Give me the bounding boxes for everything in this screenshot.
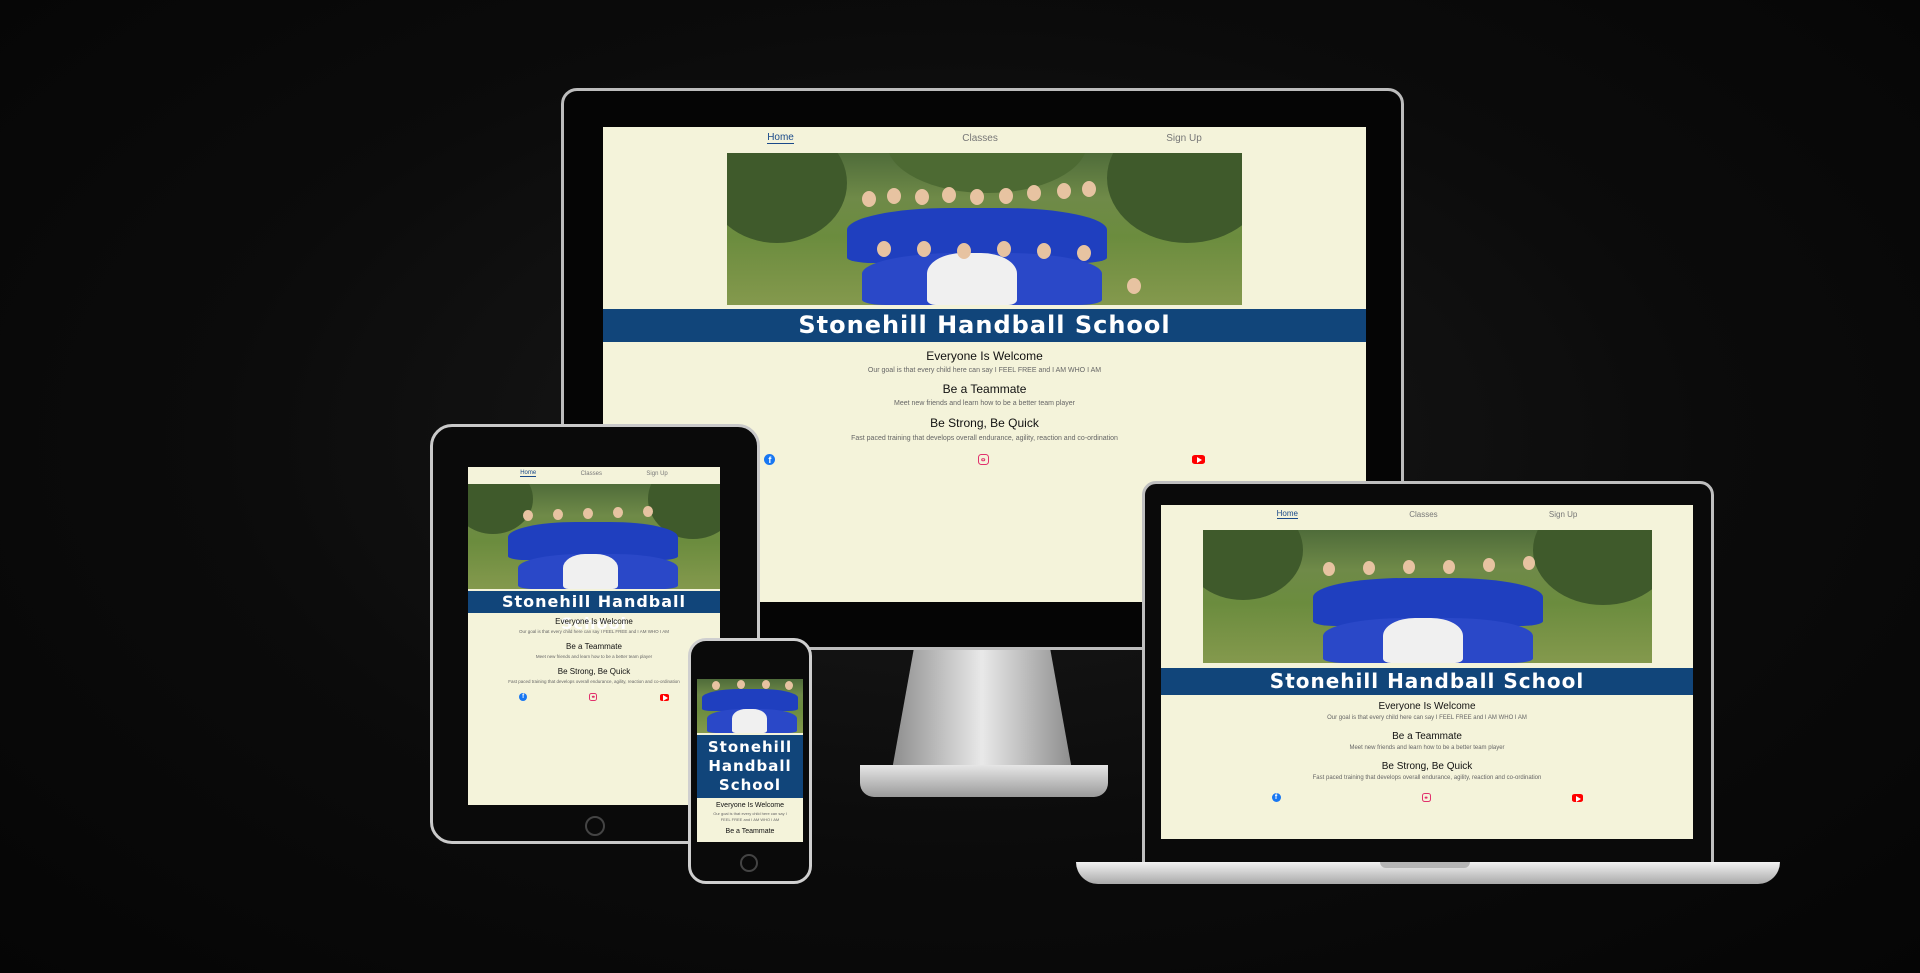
youtube-icon[interactable] bbox=[659, 693, 669, 702]
section-text: Meet new friends and learn how to be a b… bbox=[1349, 745, 1505, 751]
section-text: Our goal is that every child here can sa… bbox=[713, 811, 787, 823]
section-text: Our goal is that every child here can sa… bbox=[519, 629, 669, 634]
facebook-icon[interactable]: f bbox=[1271, 793, 1281, 802]
phone-home-button bbox=[740, 854, 758, 872]
site-title-line: School bbox=[718, 776, 782, 794]
section-text-line: FEEL FREE and I AM WHO I AM bbox=[720, 817, 780, 822]
main-nav: Home Classes Sign Up bbox=[468, 467, 720, 480]
tablet-site: Home Classes Sign Up Stonehill Handball … bbox=[468, 467, 720, 805]
nav-home[interactable]: Home bbox=[767, 132, 794, 144]
facebook-icon[interactable]: f bbox=[764, 454, 776, 465]
section-heading: Everyone Is Welcome bbox=[926, 349, 1043, 363]
section-text: Our goal is that every child here can sa… bbox=[867, 367, 1102, 374]
laptop-notch bbox=[1380, 862, 1470, 868]
youtube-icon[interactable] bbox=[1571, 793, 1583, 802]
monitor-stand bbox=[892, 650, 1072, 770]
instagram-icon[interactable] bbox=[1421, 793, 1431, 802]
main-nav: Home Classes Sign Up bbox=[1161, 505, 1693, 523]
section-text: Our goal is that every child here can sa… bbox=[1327, 715, 1527, 721]
section-text: Fast paced training that develops overal… bbox=[1312, 775, 1542, 781]
laptop-site: Home Classes Sign Up Stonehill Handball … bbox=[1161, 505, 1693, 839]
section-heading: Be Strong, Be Quick bbox=[557, 667, 631, 676]
instagram-icon[interactable] bbox=[977, 454, 989, 465]
section-heading: Everyone Is Welcome bbox=[555, 617, 633, 626]
nav-home[interactable]: Home bbox=[520, 470, 537, 477]
nav-home[interactable]: Home bbox=[1276, 509, 1298, 519]
hero-team-photo bbox=[697, 679, 803, 733]
section-heading: Be a Teammate bbox=[1392, 731, 1462, 742]
tablet-home-button bbox=[585, 816, 605, 836]
section-heading: Be Strong, Be Quick bbox=[1381, 761, 1473, 772]
social-links: f bbox=[468, 693, 720, 702]
hero-team-photo bbox=[727, 153, 1242, 305]
nav-signup[interactable]: Sign Up bbox=[1549, 510, 1577, 519]
main-nav: Home Classes Sign Up bbox=[603, 127, 1366, 149]
nav-classes[interactable]: Classes bbox=[962, 133, 998, 144]
nav-signup[interactable]: Sign Up bbox=[1166, 133, 1202, 144]
monitor-stand-base bbox=[860, 765, 1108, 797]
nav-classes[interactable]: Classes bbox=[581, 471, 602, 477]
nav-classes[interactable]: Classes bbox=[1409, 510, 1437, 519]
section-text: Fast paced training that develops overal… bbox=[508, 679, 680, 684]
facebook-icon[interactable]: f bbox=[519, 693, 528, 701]
section-heading: Be a Teammate bbox=[566, 642, 622, 651]
phone-site: Stonehill Handball School Everyone Is We… bbox=[697, 679, 803, 842]
section-heading: Everyone Is Welcome bbox=[716, 802, 784, 809]
section-heading: Be Strong, Be Quick bbox=[930, 416, 1039, 430]
site-title-banner: Stonehill Handball School bbox=[603, 309, 1366, 342]
instagram-icon[interactable] bbox=[589, 693, 598, 701]
site-title-line: Handball bbox=[708, 757, 792, 775]
site-title-banner: Stonehill Handball School bbox=[1161, 668, 1693, 695]
hero-team-photo bbox=[468, 484, 720, 589]
section-text: Meet new friends and learn how to be a b… bbox=[535, 654, 653, 659]
section-text: Fast paced training that develops overal… bbox=[851, 435, 1118, 442]
section-heading: Be a Teammate bbox=[725, 828, 775, 835]
youtube-icon[interactable] bbox=[1191, 455, 1205, 464]
site-title-line: Stonehill bbox=[707, 738, 793, 756]
section-heading: Be a Teammate bbox=[942, 382, 1027, 396]
hero-team-photo bbox=[1202, 530, 1652, 663]
site-title-banner: Stonehill Handball School bbox=[697, 735, 803, 798]
section-heading: Everyone Is Welcome bbox=[1378, 701, 1476, 712]
section-text: Meet new friends and learn how to be a b… bbox=[894, 400, 1075, 407]
social-links: f bbox=[1161, 793, 1693, 802]
nav-signup[interactable]: Sign Up bbox=[646, 471, 667, 477]
site-title-banner: Stonehill Handball School bbox=[468, 591, 720, 633]
